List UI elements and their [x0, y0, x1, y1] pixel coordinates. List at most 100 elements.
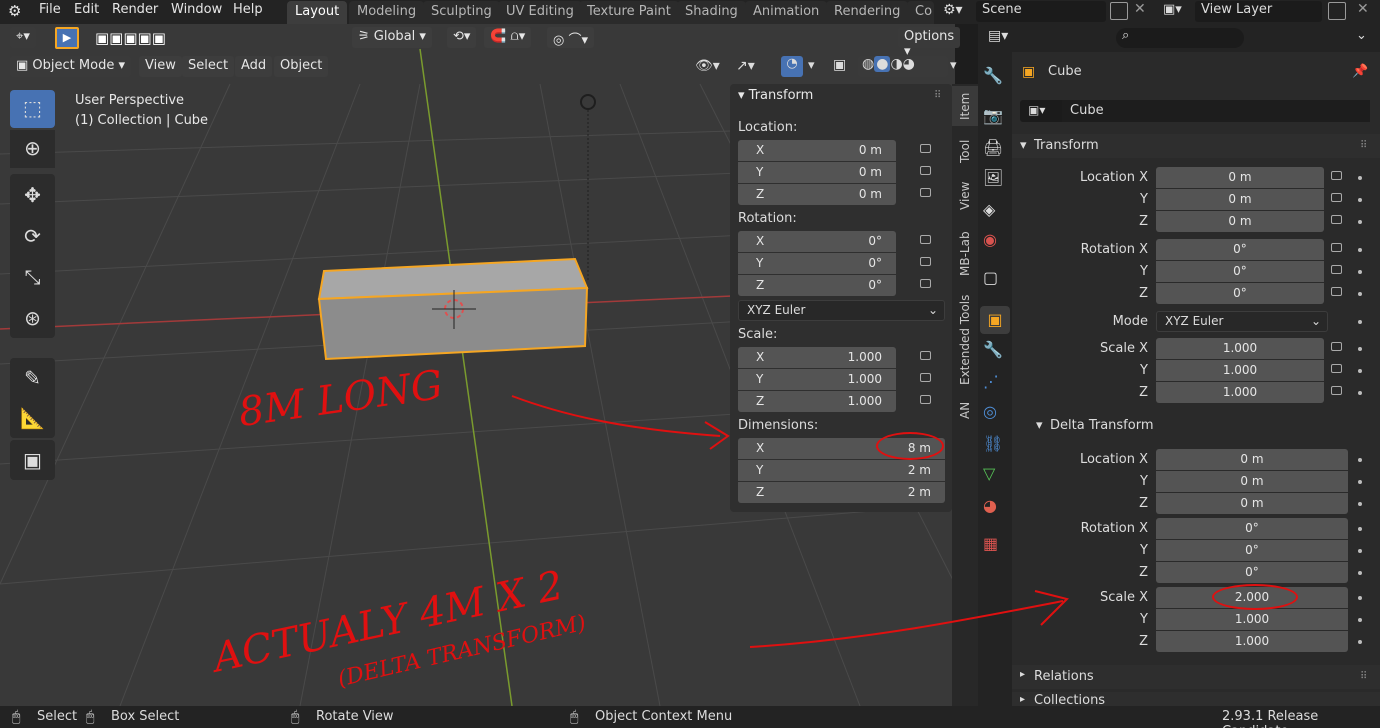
- keyframe-dot-icon[interactable]: [1358, 292, 1362, 296]
- keyframe-dot-icon[interactable]: [1358, 596, 1362, 600]
- tab-compositing[interactable]: Co: [907, 1, 935, 24]
- material-properties-icon[interactable]: ◕: [983, 496, 997, 515]
- lock-icon[interactable]: [920, 144, 931, 153]
- pivot-point-icon[interactable]: ⟲▾: [447, 27, 477, 48]
- transform-section-header[interactable]: ▾ Transform ⠿: [1012, 134, 1380, 158]
- rotation-x-field[interactable]: 0°: [1156, 239, 1324, 260]
- tab-modeling[interactable]: Modeling: [349, 1, 425, 24]
- tool-properties-icon[interactable]: 🔧: [983, 66, 1003, 85]
- lock-icon[interactable]: [1331, 193, 1342, 202]
- menu-window[interactable]: Window: [171, 2, 222, 17]
- physics-properties-icon[interactable]: ◎: [983, 402, 997, 421]
- keyframe-dot-icon[interactable]: [1358, 248, 1362, 252]
- lock-icon[interactable]: [1331, 386, 1342, 395]
- render-properties-icon[interactable]: 📷: [983, 106, 1003, 125]
- collections-section-header[interactable]: ▸ Collections: [1012, 692, 1380, 706]
- keyframe-dot-icon[interactable]: [1358, 391, 1362, 395]
- scale-tool-icon[interactable]: ⤡: [10, 256, 55, 297]
- keyframe-dot-icon[interactable]: [1358, 549, 1362, 553]
- proportional-edit-icon[interactable]: ◎ ⌒▾: [547, 27, 595, 48]
- world-properties-icon[interactable]: ◉: [983, 230, 997, 249]
- annotate-tool-icon[interactable]: ✎: [10, 358, 55, 398]
- menu-add[interactable]: Add: [235, 56, 273, 77]
- rotate-tool-icon[interactable]: ⟳: [10, 215, 55, 256]
- scale-x-field[interactable]: X 1.000: [738, 347, 896, 368]
- move-tool-icon[interactable]: ✥: [10, 174, 55, 215]
- delta-rotation-x-field[interactable]: 0°: [1156, 518, 1348, 539]
- transform-tool-icon[interactable]: ⊛: [10, 297, 55, 338]
- properties-options-icon[interactable]: ⌄: [1356, 28, 1367, 43]
- selection-modes-icon[interactable]: ▣▣▣▣▣: [95, 29, 166, 47]
- tab-layout[interactable]: Layout: [287, 1, 348, 24]
- keyframe-dot-icon[interactable]: [1358, 176, 1362, 180]
- select-box-tool-icon[interactable]: ▶: [55, 27, 79, 49]
- keyframe-dot-icon[interactable]: [1358, 347, 1362, 351]
- lock-icon[interactable]: [1331, 265, 1342, 274]
- location-x-field[interactable]: 0 m: [1156, 167, 1324, 188]
- object-properties-icon[interactable]: ▣: [980, 306, 1010, 334]
- lock-icon[interactable]: [1331, 342, 1342, 351]
- scale-y-field[interactable]: 1.000: [1156, 360, 1324, 381]
- keyframe-dot-icon[interactable]: [1358, 571, 1362, 575]
- collection-properties-icon[interactable]: ▢: [983, 268, 998, 287]
- rotation-y-field[interactable]: Y 0°: [738, 253, 896, 274]
- measure-tool-icon[interactable]: 📐: [10, 398, 55, 438]
- keyframe-dot-icon[interactable]: [1358, 320, 1362, 324]
- output-properties-icon[interactable]: 🖨: [983, 138, 1003, 157]
- tab-an[interactable]: AN: [952, 396, 978, 424]
- menu-help[interactable]: Help: [233, 2, 263, 17]
- tab-mb-lab[interactable]: MB-Lab: [952, 224, 978, 284]
- lock-icon[interactable]: [1331, 287, 1342, 296]
- drag-handle-icon[interactable]: ⠿: [934, 90, 941, 101]
- delta-transform-header[interactable]: ▾ Delta Transform: [1012, 414, 1380, 436]
- tab-shading[interactable]: Shading: [677, 1, 746, 24]
- delta-location-y-field[interactable]: 0 m: [1156, 471, 1348, 492]
- close-icon[interactable]: ✕: [1134, 1, 1146, 17]
- npanel-header[interactable]: ▾ Transform: [738, 88, 813, 103]
- delta-scale-z-field[interactable]: 1.000: [1156, 631, 1348, 652]
- new-view-layer-icon[interactable]: [1328, 2, 1346, 20]
- pin-icon[interactable]: 📌: [1352, 64, 1368, 79]
- gizmo-icon[interactable]: ↗▾: [736, 58, 755, 74]
- lock-icon[interactable]: [1331, 171, 1342, 180]
- keyframe-dot-icon[interactable]: [1358, 198, 1362, 202]
- lock-icon[interactable]: [920, 235, 931, 244]
- keyframe-dot-icon[interactable]: [1358, 270, 1362, 274]
- data-properties-icon[interactable]: ▽: [983, 464, 995, 483]
- rotation-z-field[interactable]: Z 0°: [738, 275, 896, 296]
- object-name-input[interactable]: Cube: [1062, 100, 1370, 122]
- visibility-eye-icon[interactable]: 👁▾: [695, 58, 720, 74]
- lock-icon[interactable]: [920, 257, 931, 266]
- properties-search-input[interactable]: ⌕: [1116, 28, 1244, 48]
- menu-view[interactable]: View: [139, 56, 182, 77]
- cursor-tool-icon[interactable]: ⊕: [10, 130, 55, 168]
- delta-location-x-field[interactable]: 0 m: [1156, 449, 1348, 470]
- lock-icon[interactable]: [920, 279, 931, 288]
- lock-icon[interactable]: [1331, 243, 1342, 252]
- particle-properties-icon[interactable]: ⋰: [983, 372, 999, 391]
- location-y-field[interactable]: Y 0 m: [738, 162, 896, 183]
- options-dropdown[interactable]: Options ▾: [898, 27, 961, 59]
- scale-z-field[interactable]: Z 1.000: [738, 391, 896, 412]
- shading-dropdown-icon[interactable]: ▾: [950, 58, 957, 73]
- lock-icon[interactable]: [1331, 364, 1342, 373]
- rotation-mode-dropdown[interactable]: XYZ Euler ⌄: [738, 300, 945, 321]
- solid-shading-icon[interactable]: ●: [874, 56, 891, 72]
- rotation-y-field[interactable]: 0°: [1156, 261, 1324, 282]
- lock-icon[interactable]: [920, 351, 931, 360]
- overlay-icon[interactable]: ◔: [781, 56, 803, 77]
- keyframe-dot-icon[interactable]: [1358, 220, 1362, 224]
- scale-x-field[interactable]: 1.000: [1156, 338, 1324, 359]
- rotation-z-field[interactable]: 0°: [1156, 283, 1324, 304]
- drag-handle-icon[interactable]: ⠿: [1360, 671, 1367, 682]
- tab-item[interactable]: Item: [952, 86, 978, 126]
- location-x-field[interactable]: X 0 m: [738, 140, 896, 161]
- location-z-field[interactable]: 0 m: [1156, 211, 1324, 232]
- lock-icon[interactable]: [1331, 215, 1342, 224]
- keyframe-dot-icon[interactable]: [1358, 458, 1362, 462]
- lock-icon[interactable]: [920, 188, 931, 197]
- scene-selector[interactable]: Scene: [976, 1, 1106, 22]
- keyframe-dot-icon[interactable]: [1358, 640, 1362, 644]
- blender-logo-icon[interactable]: ⚙: [8, 2, 21, 20]
- scale-y-field[interactable]: Y 1.000: [738, 369, 896, 390]
